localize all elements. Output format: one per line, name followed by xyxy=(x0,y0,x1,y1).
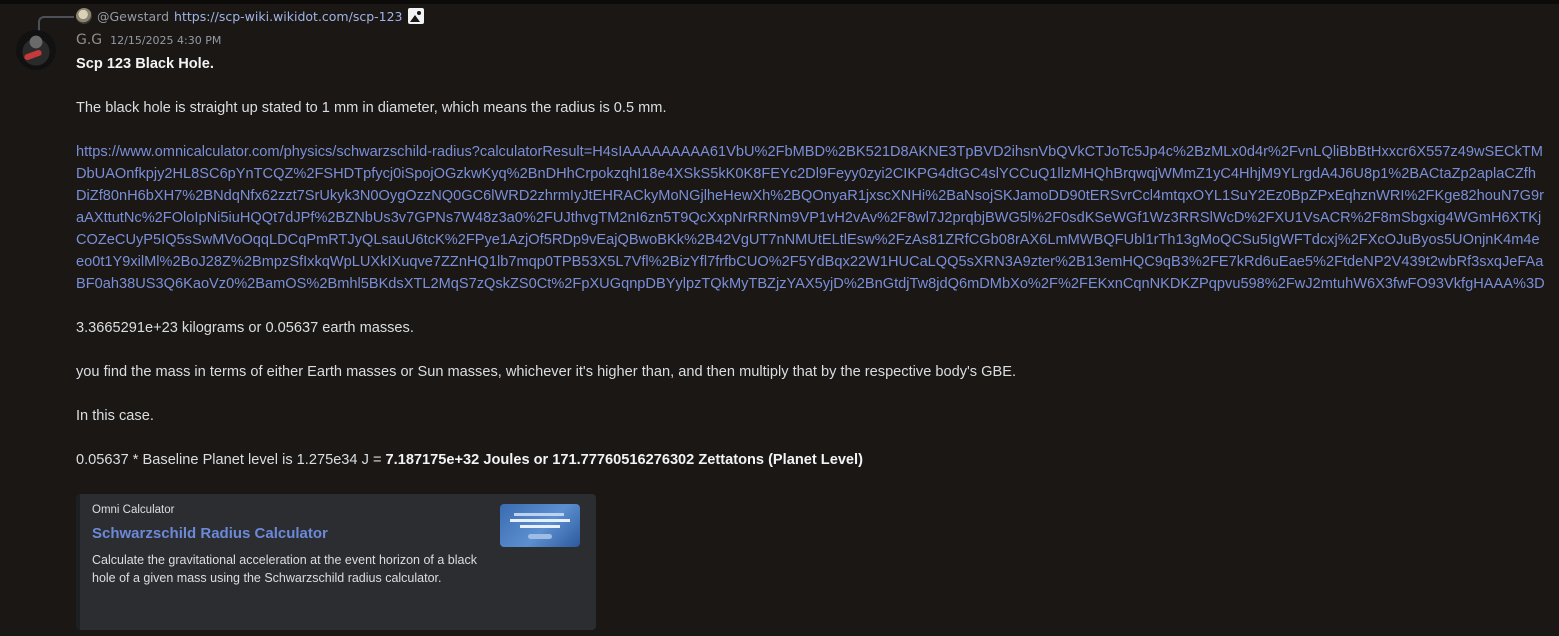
thumb-line xyxy=(514,513,564,516)
reply-link[interactable]: https://scp-wiki.wikidot.com/scp-123 xyxy=(174,9,402,24)
result-line: 0.05637 * Baseline Planet level is 1.275… xyxy=(76,449,1546,471)
message-header: G.G 12/15/2025 4:30 PM xyxy=(76,32,221,48)
mass-line: 3.3665291e+23 kilograms or 0.05637 earth… xyxy=(76,320,414,336)
method-line: you find the mass in terms of either Ear… xyxy=(76,364,1017,380)
result-prefix: 0.05637 * Baseline Planet level is 1.275… xyxy=(76,452,386,468)
thumb-button xyxy=(528,534,552,539)
image-icon xyxy=(407,8,424,24)
reply-avatar[interactable] xyxy=(76,8,92,24)
result-bold: 7.187175e+32 Joules or 171.7776051627630… xyxy=(385,452,863,468)
message-body: Scp 123 Black Hole. The black hole is st… xyxy=(76,53,1546,471)
reply-preview[interactable]: @Gewstard https://scp-wiki.wikidot.com/s… xyxy=(76,7,424,25)
thumb-line xyxy=(510,519,570,522)
thumb-line xyxy=(520,525,560,528)
message-heading: Scp 123 Black Hole. xyxy=(76,56,214,72)
calculator-link[interactable]: https://www.omnicalculator.com/physics/s… xyxy=(76,141,1546,295)
author-avatar[interactable] xyxy=(16,30,56,70)
link-embed: Omni Calculator Schwarzschild Radius Cal… xyxy=(76,494,596,630)
embed-thumbnail[interactable] xyxy=(500,504,580,547)
diameter-line: The black hole is straight up stated to … xyxy=(76,100,667,116)
reply-username[interactable]: @Gewstard xyxy=(97,9,169,24)
message-timestamp: 12/15/2025 4:30 PM xyxy=(110,34,222,47)
embed-description: Calculate the gravitational acceleration… xyxy=(92,553,477,585)
reply-connector xyxy=(38,16,74,32)
case-line: In this case. xyxy=(76,408,154,424)
author-name[interactable]: G.G xyxy=(76,32,102,48)
top-strip xyxy=(0,0,1559,4)
